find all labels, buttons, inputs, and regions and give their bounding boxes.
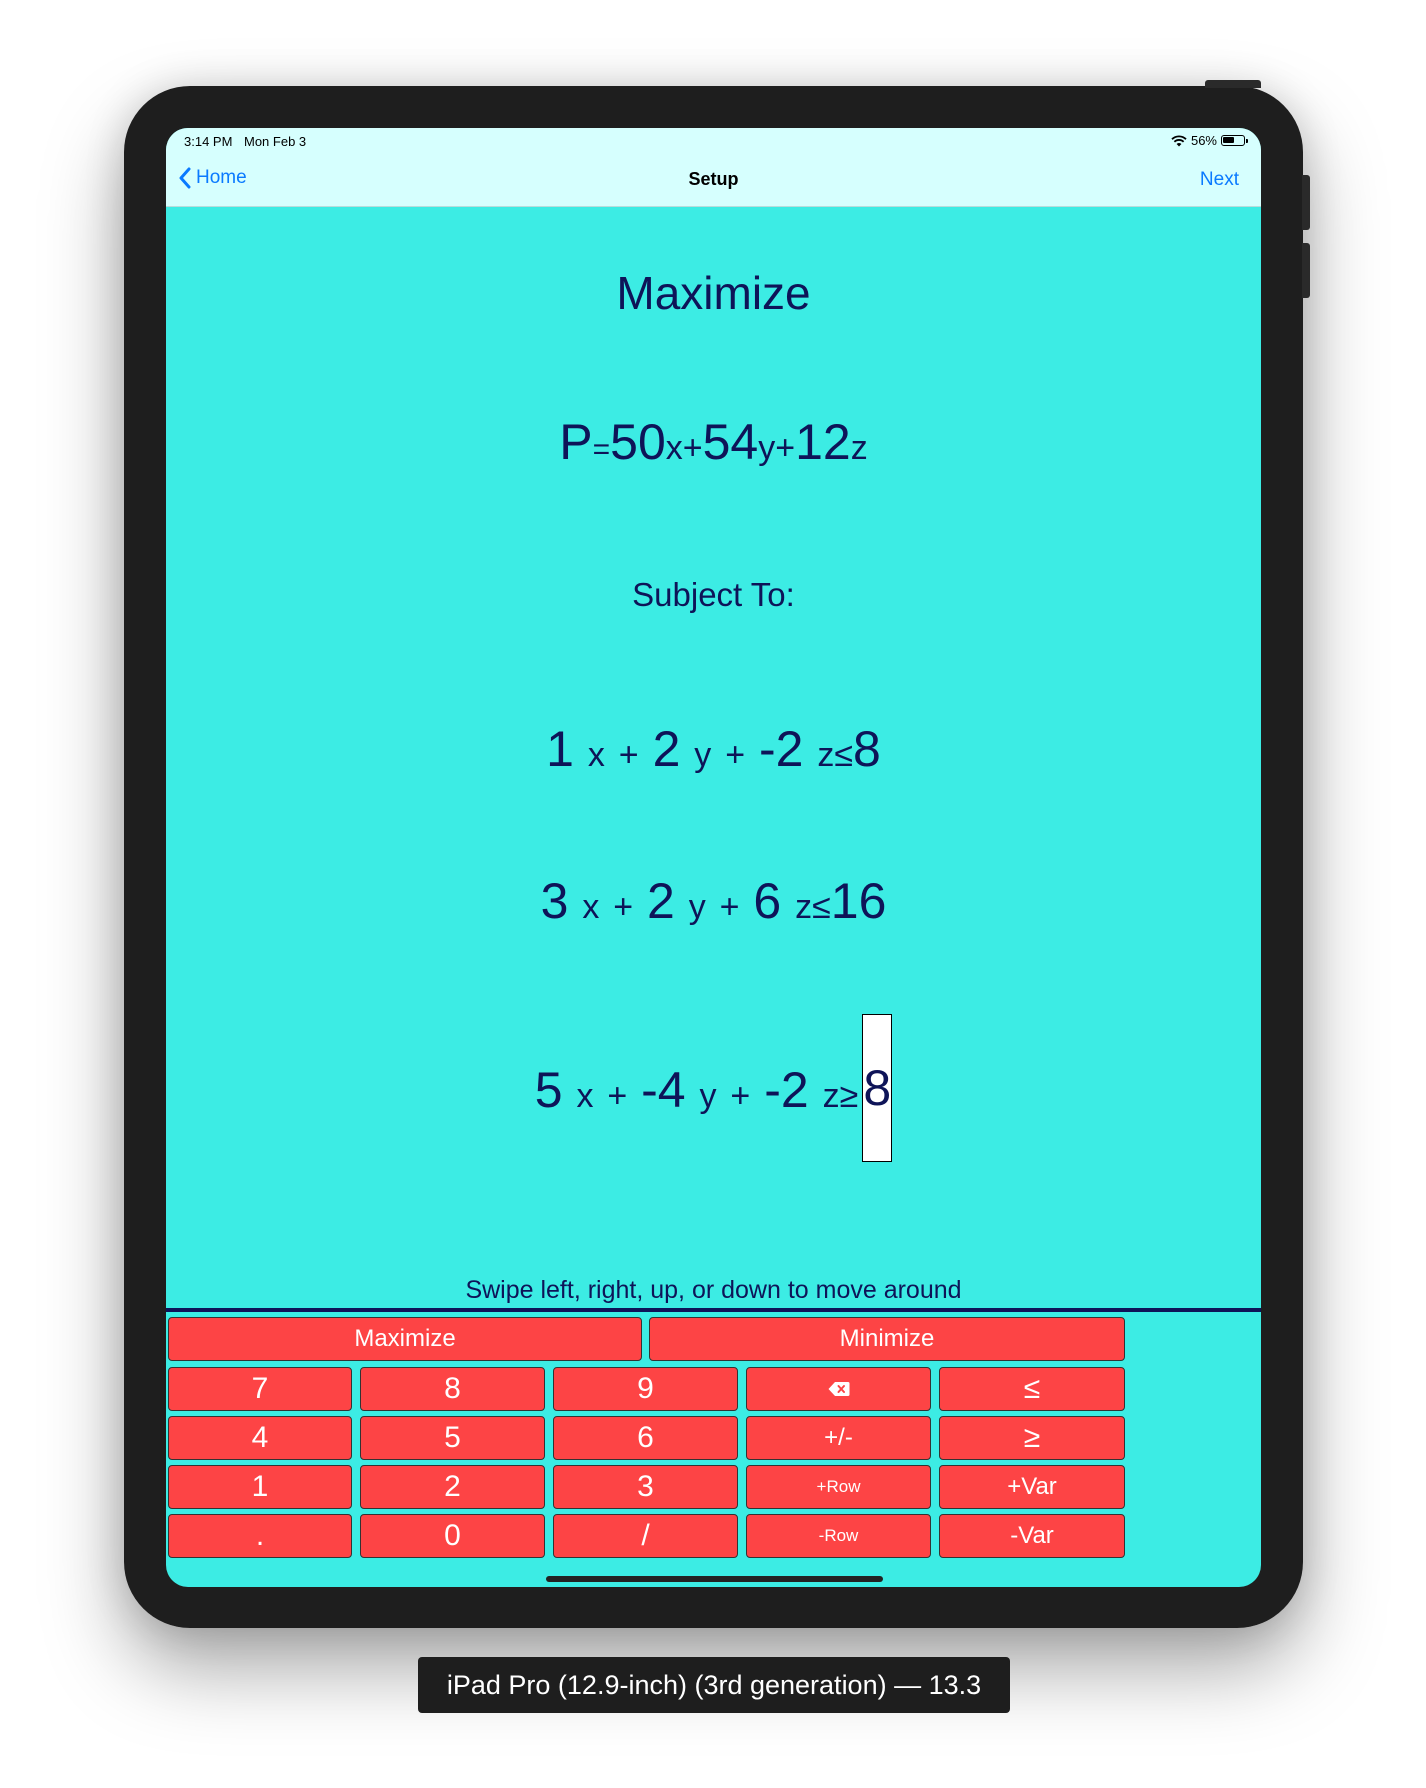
coef-cell[interactable]: 2 xyxy=(647,873,675,929)
constraint-row: 5 x + -4 y + -2 z≥ 8 xyxy=(166,1014,1261,1168)
plus-sign: + xyxy=(725,736,746,774)
backspace-key[interactable] xyxy=(746,1367,931,1411)
var-label: y xyxy=(694,736,712,774)
var-label: x xyxy=(582,888,600,926)
coef-cell[interactable]: -2 xyxy=(759,721,803,777)
coef-cell[interactable]: 3 xyxy=(541,873,569,929)
subject-to-label: Subject To: xyxy=(632,576,795,613)
less-equal-key[interactable]: ≤ xyxy=(939,1367,1125,1411)
status-right: 56% xyxy=(1171,133,1248,148)
rhs-cell[interactable]: 16 xyxy=(831,873,887,929)
coef-cell[interactable]: 12 xyxy=(795,414,851,470)
coef-cell[interactable]: 1 xyxy=(546,721,574,777)
objective-equals: = xyxy=(592,433,611,466)
navigation-bar: Home Setup Next xyxy=(166,154,1261,207)
key-4[interactable]: 4 xyxy=(168,1416,352,1460)
constraint-row: 1 x + 2 y + -2 z≤8 xyxy=(166,720,1261,778)
minimize-button[interactable]: Minimize xyxy=(649,1317,1125,1361)
var-label: y xyxy=(688,888,706,926)
next-button[interactable]: Next xyxy=(1200,169,1239,191)
relation-sign[interactable]: ≥ xyxy=(840,1077,859,1115)
rhs-cell[interactable]: 8 xyxy=(853,721,881,777)
status-time: 3:14 PM xyxy=(184,134,233,149)
plus-sign: + xyxy=(618,736,639,774)
remove-var-key[interactable]: -Var xyxy=(939,1514,1125,1558)
screen: 3:14 PM Mon Feb 3 56% Home Setup Next Ma… xyxy=(166,128,1261,1587)
plus-sign: + xyxy=(607,1077,628,1116)
key-7[interactable]: 7 xyxy=(168,1367,352,1411)
decimal-key[interactable]: . xyxy=(168,1514,352,1558)
objective-function: P=50x+54y+12z xyxy=(166,413,1261,471)
var-label: x xyxy=(587,736,605,774)
wifi-icon xyxy=(1171,134,1187,146)
fraction-key[interactable]: / xyxy=(553,1514,738,1558)
top-button xyxy=(1205,80,1261,88)
maximize-button[interactable]: Maximize xyxy=(168,1317,642,1361)
relation-sign[interactable]: ≤ xyxy=(812,888,831,926)
plus-sign: + xyxy=(682,429,703,467)
add-var-key[interactable]: +Var xyxy=(939,1465,1125,1509)
coef-cell[interactable]: 50 xyxy=(610,414,666,470)
key-2[interactable]: 2 xyxy=(360,1465,545,1509)
add-row-key[interactable]: +Row xyxy=(746,1465,931,1509)
swipe-hint: Swipe left, right, up, or down to move a… xyxy=(465,1276,962,1304)
var-label: y xyxy=(758,429,776,467)
rhs-cell-selected[interactable]: 8 xyxy=(862,1014,893,1162)
coef-cell[interactable]: 6 xyxy=(753,873,781,929)
plus-sign: + xyxy=(775,429,796,467)
simulator-caption: iPad Pro (12.9-inch) (3rd generation) — … xyxy=(418,1657,1010,1713)
var-label: z xyxy=(822,1077,840,1116)
var-label: x xyxy=(576,1077,594,1116)
status-bar: 3:14 PM Mon Feb 3 56% xyxy=(166,128,1261,154)
volume-down-button xyxy=(1302,243,1310,298)
var-label: x xyxy=(665,429,683,467)
status-date: Mon Feb 3 xyxy=(244,134,307,149)
nav-title: Setup xyxy=(688,169,739,189)
keypad: Maximize Minimize 7 8 9 ≤ 4 5 6 +/- ≥ 1 … xyxy=(166,1312,1261,1587)
coef-cell[interactable]: 2 xyxy=(653,721,681,777)
var-label: z xyxy=(795,888,813,926)
var-label: z xyxy=(817,736,835,774)
coef-cell[interactable]: -4 xyxy=(641,1062,685,1118)
key-1[interactable]: 1 xyxy=(168,1465,352,1509)
coef-cell[interactable]: 54 xyxy=(703,414,759,470)
battery-icon xyxy=(1221,135,1248,146)
goal-heading: Maximize xyxy=(616,267,811,319)
key-8[interactable]: 8 xyxy=(360,1367,545,1411)
plus-sign: + xyxy=(613,888,634,926)
home-indicator[interactable] xyxy=(546,1576,883,1582)
key-3[interactable]: 3 xyxy=(553,1465,738,1509)
key-5[interactable]: 5 xyxy=(360,1416,545,1460)
relation-sign[interactable]: ≤ xyxy=(834,736,853,774)
plus-sign: + xyxy=(719,888,740,926)
backspace-icon xyxy=(828,1382,849,1396)
constraint-row: 3 x + 2 y + 6 z≤16 xyxy=(166,872,1261,930)
remove-row-key[interactable]: -Row xyxy=(746,1514,931,1558)
key-0[interactable]: 0 xyxy=(360,1514,545,1558)
key-9[interactable]: 9 xyxy=(553,1367,738,1411)
greater-equal-key[interactable]: ≥ xyxy=(939,1416,1125,1460)
var-label: z xyxy=(850,429,868,467)
coef-cell[interactable]: 5 xyxy=(535,1062,563,1118)
coef-cell[interactable]: -2 xyxy=(764,1062,808,1118)
objective-lhs: P xyxy=(559,414,593,470)
plus-sign: + xyxy=(730,1077,751,1116)
volume-up-button xyxy=(1302,175,1310,230)
plus-minus-key[interactable]: +/- xyxy=(746,1416,931,1460)
key-6[interactable]: 6 xyxy=(553,1416,738,1460)
var-label: y xyxy=(699,1077,717,1116)
battery-percent: 56% xyxy=(1190,133,1217,148)
